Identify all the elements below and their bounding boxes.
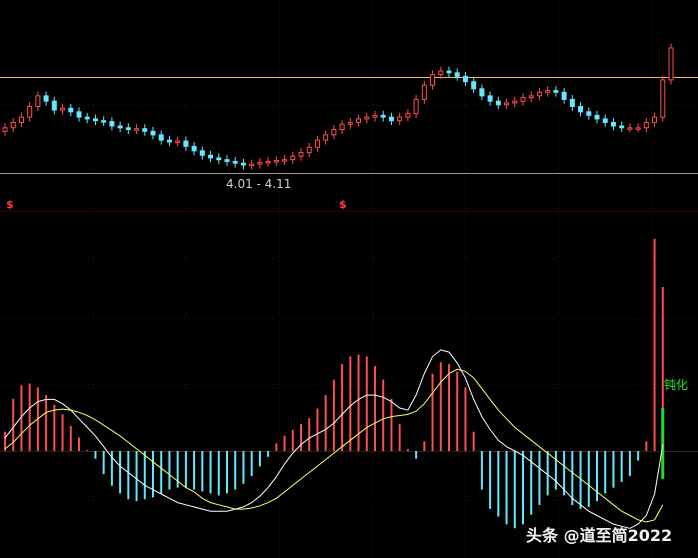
candle-up	[372, 114, 378, 118]
candle-up	[2, 127, 8, 132]
candle-up	[290, 155, 296, 161]
candle-up	[356, 118, 362, 123]
candle-up	[668, 47, 674, 81]
divergence-bar	[661, 408, 665, 479]
chart-canvas	[0, 0, 698, 558]
buy-signal-mark: $	[339, 198, 347, 211]
candle-down	[232, 160, 238, 164]
candle-up	[265, 160, 271, 164]
candle-down	[150, 130, 156, 136]
candle-down	[183, 140, 189, 147]
candle-down	[224, 159, 230, 162]
candle-up	[249, 163, 255, 167]
candle-down	[142, 128, 148, 132]
candle-up	[134, 128, 140, 131]
candle-up	[536, 91, 542, 97]
candle-down	[446, 70, 452, 74]
macd-histogram	[4, 238, 665, 529]
candle-down	[84, 116, 90, 120]
candle-down	[166, 139, 172, 143]
candle-down	[117, 125, 123, 129]
candle-up	[545, 90, 551, 93]
candle-down	[92, 118, 98, 122]
candle-up	[504, 102, 510, 106]
candle-up	[627, 127, 633, 130]
candle-down	[495, 100, 501, 106]
buy-signal-mark: $	[6, 198, 14, 211]
candle-down	[578, 106, 584, 113]
candle-down	[388, 116, 394, 122]
candle-down	[240, 162, 246, 166]
candle-down	[125, 127, 131, 131]
candle-up	[438, 70, 444, 76]
candle-up	[512, 100, 518, 104]
candle-down	[553, 90, 559, 93]
candle-down	[462, 75, 468, 83]
candle-up	[298, 152, 304, 157]
candle-down	[101, 120, 107, 123]
candle-down	[619, 125, 625, 129]
price-range-label: 4.01 - 4.11	[226, 177, 292, 191]
candle-up	[27, 106, 33, 118]
candle-down	[76, 111, 82, 118]
candle-up	[430, 74, 436, 86]
candle-up	[18, 116, 24, 123]
candle-up	[60, 107, 66, 111]
candle-up	[175, 140, 181, 144]
candle-up	[643, 121, 649, 129]
candle-down	[569, 98, 575, 107]
candle-down	[68, 107, 74, 113]
grid	[0, 0, 698, 558]
candle-down	[594, 114, 600, 120]
candle-up	[257, 161, 263, 165]
candle-down	[561, 91, 567, 100]
candle-down	[51, 100, 57, 111]
candle-up	[397, 116, 403, 122]
candle-down	[380, 114, 386, 118]
candle-up	[421, 84, 427, 100]
candle-up	[273, 160, 279, 163]
candle-up	[660, 79, 666, 118]
watermark: 头条 @道至简2022	[526, 526, 673, 545]
candle-down	[109, 121, 115, 127]
candle-up	[331, 129, 337, 136]
candle-down	[586, 111, 592, 116]
candle-up	[635, 127, 641, 130]
divergence-label: 钝化	[664, 378, 689, 392]
candle-up	[405, 113, 411, 118]
candle-up	[347, 121, 353, 125]
candle-up	[520, 97, 526, 102]
candle-down	[191, 145, 197, 152]
candle-down	[43, 95, 49, 102]
candle-down	[454, 72, 460, 77]
candle-down	[158, 134, 164, 141]
candle-up	[314, 139, 320, 148]
candle-down	[199, 150, 205, 156]
candle-down	[610, 121, 616, 127]
candle-down	[216, 157, 222, 161]
candle-up	[528, 95, 534, 99]
candle-up	[339, 123, 345, 131]
candle-down	[602, 118, 608, 123]
candle-up	[652, 116, 658, 123]
candle-down	[487, 95, 493, 102]
candle-up	[364, 116, 370, 120]
candle-down	[479, 88, 485, 97]
candle-up	[282, 159, 288, 162]
candlestick-series	[2, 43, 674, 170]
candle-up	[10, 121, 16, 129]
candle-down	[471, 81, 477, 90]
candle-up	[323, 134, 329, 141]
candle-up	[35, 95, 41, 108]
candle-up	[306, 146, 312, 154]
candle-up	[413, 98, 419, 115]
candle-down	[208, 154, 214, 159]
